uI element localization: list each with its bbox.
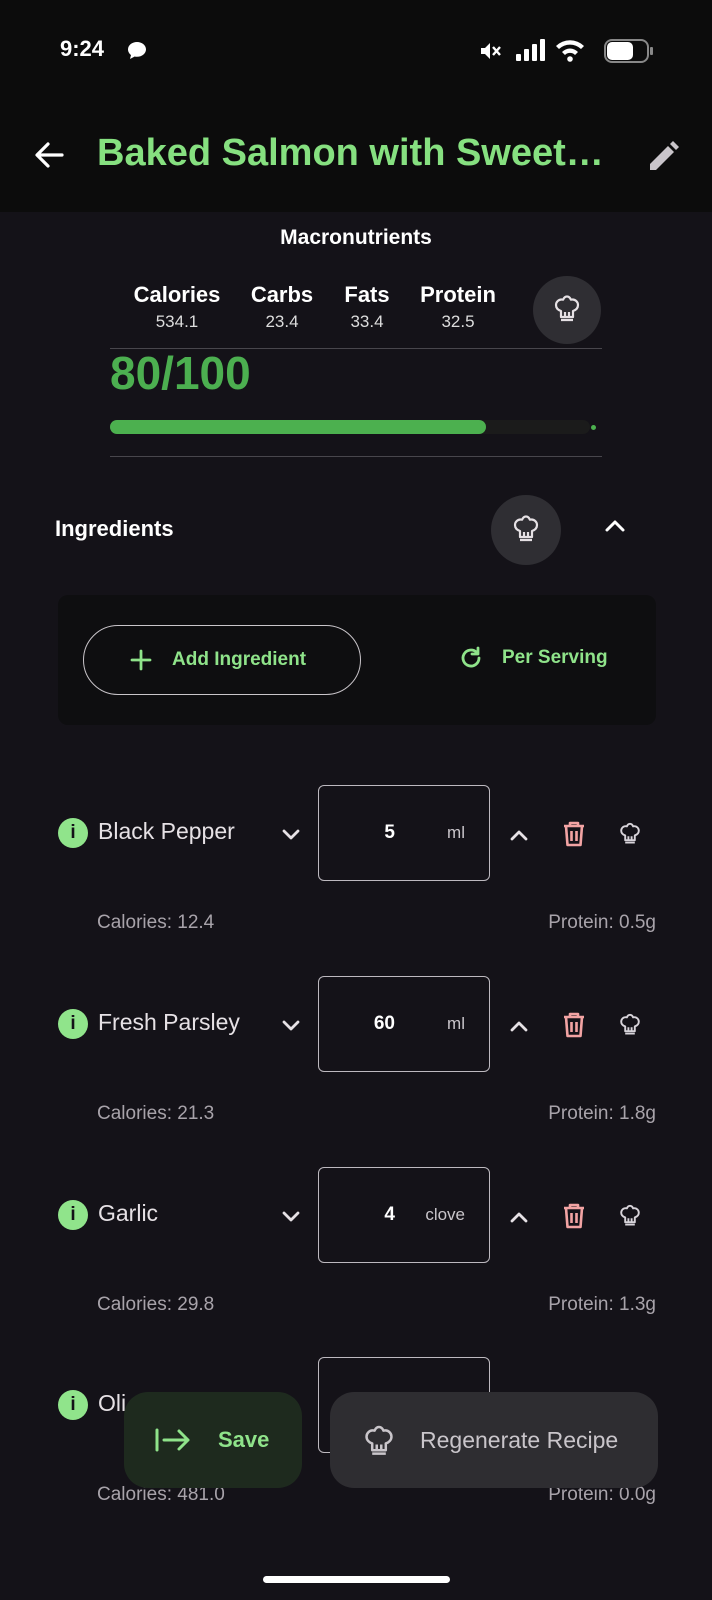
ingredient-name: Oli [98,1390,127,1416]
health-score: 80/100 [110,347,251,399]
ingredient-calories: Calories: 29.8 [97,1294,215,1315]
macro-label: Protein [420,282,496,307]
quantity-field[interactable]: 4 clove [318,1167,490,1263]
add-ingredient-button[interactable]: Add Ingredient [83,625,361,695]
chef-hat-icon[interactable] [618,1012,642,1041]
chevron-up-icon[interactable] [509,1019,529,1038]
macro-carbs: Carbs 23.4 [242,282,322,332]
quantity-value: 4 [384,1204,395,1225]
wifi-icon [554,38,586,67]
save-arrow-icon [154,1426,192,1454]
per-serving-label: Per Serving [502,647,608,668]
macros-divider-bottom [110,456,602,457]
ingredients-title: Ingredients [55,516,174,541]
collapse-chevron-icon[interactable] [604,518,626,539]
quantity-value: 60 [373,1013,395,1034]
per-serving-toggle[interactable]: Per Serving [458,645,608,671]
plus-icon [130,649,152,671]
macro-label: Carbs [250,282,314,307]
macro-value: 32.5 [441,312,475,331]
refresh-icon [458,645,484,671]
ingredient-calories: Calories: 21.3 [97,1103,215,1124]
chevron-up-icon[interactable] [509,1210,529,1229]
chevron-down-icon[interactable] [281,1210,301,1229]
delete-icon[interactable] [561,1202,587,1235]
macro-fats: Fats 33.4 [332,282,402,332]
score-progress-fill [110,420,487,434]
macro-value: 33.4 [350,312,384,331]
macros-chef-button[interactable] [533,276,601,344]
chef-hat-icon [511,513,541,548]
regenerate-recipe-button[interactable]: Regenerate Recipe [330,1392,658,1488]
quantity-unit: ml [447,1014,465,1033]
chevron-down-icon[interactable] [281,828,301,847]
add-ingredient-label: Add Ingredient [172,649,307,670]
info-icon[interactable]: i [58,1390,88,1420]
back-arrow-icon[interactable] [32,138,66,177]
save-label: Save [218,1427,270,1452]
signal-icon [515,38,549,67]
ingredient-name: Black Pepper [98,818,235,844]
home-indicator [263,1576,450,1583]
chevron-down-icon[interactable] [281,1019,301,1038]
chevron-up-icon[interactable] [509,828,529,847]
ingredient-name: Fresh Parsley [98,1009,240,1035]
edit-pencil-icon[interactable] [646,138,682,179]
quantity-field[interactable]: 5 ml [318,785,490,881]
page-title: Baked Salmon with Sweet… [97,132,604,174]
battery-icon [604,39,654,68]
chef-hat-icon [552,293,582,328]
chef-hat-icon [362,1423,396,1457]
regenerate-label: Regenerate Recipe [420,1426,619,1453]
progress-end-dot [591,425,596,430]
chef-hat-icon[interactable] [618,821,642,850]
ingredient-protein: Protein: 1.8g [548,1103,656,1124]
quantity-unit: ml [447,823,465,842]
info-icon[interactable]: i [58,1200,88,1230]
macro-value: 534.1 [155,312,199,331]
chef-hat-icon[interactable] [618,1203,642,1232]
macro-label: Fats [344,282,390,307]
info-icon[interactable]: i [58,818,88,848]
chat-bubble-icon [126,40,148,67]
quantity-unit: clove [425,1205,465,1224]
info-icon[interactable]: i [58,1009,88,1039]
quantity-field[interactable]: 60 ml [318,976,490,1072]
ingredient-protein: Protein: 1.3g [548,1294,656,1315]
save-button[interactable]: Save [124,1392,302,1488]
macro-value: 23.4 [265,312,299,331]
delete-icon[interactable] [561,1011,587,1044]
status-time: 9:24 [60,36,105,61]
ingredients-chef-button[interactable] [491,495,561,565]
ingredient-name: Garlic [98,1200,159,1226]
macros-title: Macronutrients [280,226,432,249]
macro-protein: Protein 32.5 [412,282,504,332]
delete-icon[interactable] [561,820,587,853]
mute-icon [478,40,502,67]
macro-label: Calories [133,282,221,307]
ingredient-protein: Protein: 0.5g [548,912,656,933]
quantity-value: 5 [384,822,395,843]
macro-calories: Calories 534.1 [122,282,232,332]
ingredient-calories: Calories: 12.4 [97,912,215,933]
score-progress-bar [110,420,590,434]
